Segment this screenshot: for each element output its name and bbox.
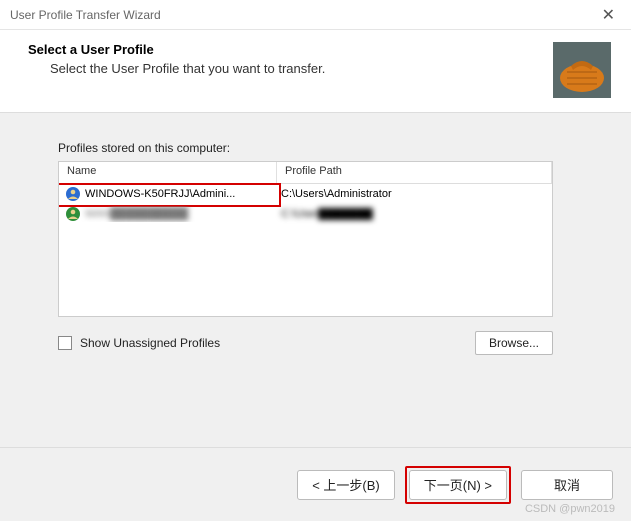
wizard-content: Profiles stored on this computer: Name P… [0,113,631,355]
user-icon [65,186,81,202]
back-button[interactable]: < 上一步(B) [297,470,395,500]
row-path: C:\User███████ [277,208,552,220]
page-title: Select a User Profile [28,42,553,57]
page-subtitle: Select the User Profile that you want to… [28,61,553,76]
row-name: WINDOWS-K50FRJJ\Admini... [85,188,235,200]
list-header: Name Profile Path [59,162,552,184]
row-name: WAN██████████ [85,208,188,220]
wizard-header: Select a User Profile Select the User Pr… [0,30,631,113]
close-icon[interactable]: ✕ [596,5,621,25]
column-name[interactable]: Name [59,162,277,183]
browse-button[interactable]: Browse... [475,331,553,355]
table-row[interactable]: WINDOWS-K50FRJJ\Admini... C:\Users\Admin… [59,184,552,204]
column-path[interactable]: Profile Path [277,162,552,183]
user-icon [65,206,81,222]
table-row[interactable]: WAN██████████ C:\User███████ [59,204,552,224]
show-unassigned-label: Show Unassigned Profiles [80,336,220,350]
profiles-list[interactable]: Name Profile Path WINDOWS-K50FRJJ\Admini… [58,161,553,317]
wizard-footer: < 上一步(B) 下一页(N) > 取消 CSDN @pwn2019 [0,447,631,521]
next-highlight: 下一页(N) > [405,466,511,504]
next-button[interactable]: 下一页(N) > [409,470,507,500]
window-title: User Profile Transfer Wizard [10,8,161,22]
title-bar: User Profile Transfer Wizard ✕ [0,0,631,30]
watermark: CSDN @pwn2019 [525,503,615,515]
profiles-label: Profiles stored on this computer: [58,141,591,155]
cancel-button[interactable]: 取消 [521,470,613,500]
show-unassigned-checkbox[interactable] [58,336,72,350]
wizard-banner-image [553,42,611,98]
row-path: C:\Users\Administrator [277,188,552,200]
options-row: Show Unassigned Profiles Browse... [58,331,553,355]
